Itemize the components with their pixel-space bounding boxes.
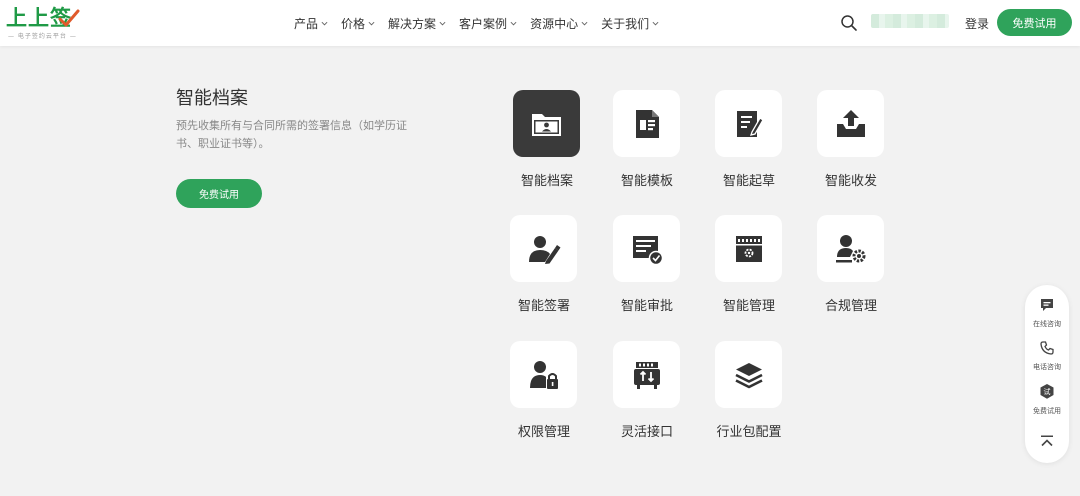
trial-badge-icon: 试 <box>1040 384 1054 399</box>
tile-smart-send-receive[interactable]: 智能收发 <box>799 90 903 200</box>
tile-icon-box <box>510 341 577 408</box>
tile-icon-box <box>513 90 580 157</box>
tile-label: 智能管理 <box>722 299 775 314</box>
permission-lock-icon <box>529 360 558 389</box>
nav-item-label: 客户案例 <box>459 16 508 31</box>
tile-smart-management[interactable]: 智能管理 <box>697 215 801 325</box>
online-consult-label: 在线咨询 <box>1033 320 1061 328</box>
logo[interactable]: 上上签 — 电子签约云平台 — <box>6 5 80 41</box>
nav-item-label: 解决方案 <box>388 16 437 31</box>
online-consult-button[interactable]: 在线咨询 <box>1025 297 1069 329</box>
tile-label: 行业包配置 <box>716 425 782 440</box>
chevron-down-icon <box>321 21 328 25</box>
phone-consult-button[interactable]: 电话咨询 <box>1025 340 1069 372</box>
tile-label: 权限管理 <box>517 425 570 440</box>
tile-label: 智能收发 <box>824 174 877 189</box>
nav-item-label: 价格 <box>341 16 366 31</box>
main-nav: 产品 价格 解决方案 客户案例 资源中心 关于我们 <box>294 0 672 46</box>
folder-user-icon <box>531 113 561 136</box>
tile-label: 灵活接口 <box>620 425 673 440</box>
chevron-down-icon <box>368 21 375 25</box>
tile-label: 智能签署 <box>517 299 570 314</box>
approval-icon <box>632 235 663 265</box>
blurred-phone-number <box>871 14 949 28</box>
logo-check-icon <box>58 9 80 27</box>
tile-icon-box <box>613 90 680 157</box>
draft-edit-icon <box>736 110 764 137</box>
tile-icon-box <box>715 90 782 157</box>
tile-label: 合规管理 <box>824 299 877 314</box>
back-to-top-button[interactable] <box>1025 433 1069 452</box>
back-to-top-icon <box>1041 435 1053 447</box>
tile-icon-box <box>817 215 884 282</box>
nav-item-label: 关于我们 <box>601 16 650 31</box>
tile-smart-draft[interactable]: 智能起草 <box>697 90 801 200</box>
tile-label: 智能审批 <box>620 299 673 314</box>
tile-industry-package[interactable]: 行业包配置 <box>697 341 801 451</box>
float-trial-label: 免费试用 <box>1033 407 1061 415</box>
login-link[interactable]: 登录 <box>965 15 989 32</box>
tile-icon-box <box>817 90 884 157</box>
feature-description: 预先收集所有与合同所需的签署信息（如学历证书、职业证书等）。 <box>176 119 407 150</box>
chevron-down-icon <box>652 21 659 25</box>
tile-compliance-management[interactable]: 合规管理 <box>799 215 903 325</box>
tile-smart-sign[interactable]: 智能签署 <box>492 215 596 325</box>
tile-permission-management[interactable]: 权限管理 <box>492 341 596 451</box>
phone-icon <box>1040 341 1054 355</box>
nav-item-label: 资源中心 <box>530 16 579 31</box>
chevron-down-icon <box>581 21 588 25</box>
send-receive-icon <box>836 109 865 137</box>
nav-item-resources[interactable]: 资源中心 <box>530 15 588 32</box>
tile-label: 智能档案 <box>520 174 573 189</box>
tile-smart-template[interactable]: 智能模板 <box>595 90 699 200</box>
tile-icon-box <box>613 341 680 408</box>
trial-badge-text: 试 <box>1044 387 1051 396</box>
tile-icon-box <box>510 215 577 282</box>
nav-item-label: 产品 <box>294 16 319 31</box>
manage-calendar-icon <box>735 235 762 262</box>
user-sign-icon <box>528 235 560 264</box>
template-doc-icon <box>635 109 659 138</box>
compliance-user-gear-icon <box>835 234 865 262</box>
feature-title: 智能档案 <box>176 88 248 109</box>
nav-item-products[interactable]: 产品 <box>294 15 328 32</box>
chat-bubble-icon <box>1041 299 1053 311</box>
phone-consult-label: 电话咨询 <box>1033 363 1061 371</box>
chevron-down-icon <box>439 21 446 25</box>
top-header: 上上签 — 电子签约云平台 — 产品 价格 解决方案 客户案例 资源中心 关于我… <box>0 0 1080 46</box>
interface-port-icon <box>633 361 660 389</box>
floating-contact-panel: 在线咨询 电话咨询 试 免费试用 <box>1025 285 1069 463</box>
tile-smart-archive[interactable]: 智能档案 <box>495 90 599 200</box>
nav-item-cases[interactable]: 客户案例 <box>459 15 517 32</box>
tile-flexible-interface[interactable]: 灵活接口 <box>595 341 699 451</box>
tile-label: 智能模板 <box>620 174 673 189</box>
feature-free-trial-button[interactable]: 免费试用 <box>176 179 262 208</box>
tile-smart-approval[interactable]: 智能审批 <box>595 215 699 325</box>
tile-icon-box <box>715 215 782 282</box>
search-icon[interactable] <box>840 14 858 32</box>
float-free-trial-button[interactable]: 试 免费试用 <box>1025 383 1069 416</box>
tile-icon-box <box>715 341 782 408</box>
header-free-trial-button[interactable]: 免费试用 <box>997 9 1072 36</box>
nav-item-about[interactable]: 关于我们 <box>601 15 659 32</box>
layers-icon <box>734 362 763 388</box>
nav-item-pricing[interactable]: 价格 <box>341 15 375 32</box>
nav-item-solutions[interactable]: 解决方案 <box>388 15 446 32</box>
chevron-down-icon <box>510 21 517 25</box>
tile-icon-box <box>613 215 680 282</box>
logo-subtitle: — 电子签约云平台 — <box>8 33 77 40</box>
tile-label: 智能起草 <box>722 174 775 189</box>
